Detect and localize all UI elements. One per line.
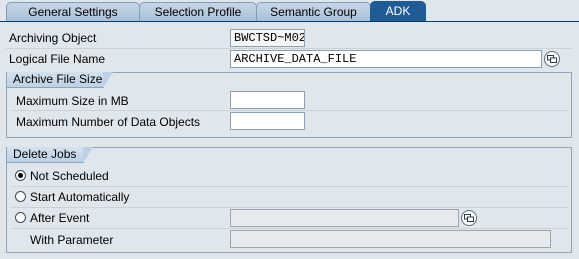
tab-selection-profile[interactable]: Selection Profile	[139, 2, 257, 21]
start-automatically-radio[interactable]	[15, 191, 26, 202]
tab-label: Selection Profile	[154, 5, 242, 19]
logical-file-name-label: Logical File Name	[9, 52, 106, 66]
after-event-radio[interactable]	[15, 212, 26, 223]
after-event-label[interactable]: After Event	[30, 211, 89, 225]
archiving-object-label: Archiving Object	[9, 31, 97, 45]
tab-label: Semantic Group	[270, 5, 357, 19]
tab-general-settings[interactable]: General Settings	[6, 2, 140, 21]
tab-semantic-group[interactable]: Semantic Group	[256, 2, 371, 21]
max-size-input[interactable]	[230, 91, 305, 109]
after-event-input	[230, 209, 459, 227]
max-objects-label: Maximum Number of Data Objects	[16, 115, 201, 129]
tab-label: ADK	[385, 4, 411, 18]
with-parameter-input	[230, 230, 551, 248]
tab-label: General Settings	[28, 5, 118, 19]
with-parameter-label: With Parameter	[30, 233, 114, 247]
not-scheduled-radio[interactable]	[15, 170, 26, 181]
row-divider	[10, 110, 568, 111]
max-size-label: Maximum Size in MB	[16, 94, 129, 108]
delete-jobs-title: Delete Jobs	[7, 147, 93, 163]
archive-file-size-title: Archive File Size	[7, 72, 113, 88]
row-divider	[10, 186, 568, 187]
row-divider	[10, 207, 568, 208]
max-objects-input[interactable]	[230, 112, 305, 130]
archiving-object-field: BWCTSD~M02	[230, 29, 305, 47]
row-divider	[6, 48, 572, 49]
value-help-icon[interactable]	[544, 51, 560, 67]
value-help-icon[interactable]	[461, 210, 477, 226]
start-automatically-label[interactable]: Start Automatically	[30, 190, 129, 204]
tab-adk[interactable]: ADK	[370, 1, 426, 22]
tab-strip-divider	[0, 21, 579, 22]
tab-strip: General Settings Selection Profile Seman…	[0, 0, 579, 22]
logical-file-name-input[interactable]: ARCHIVE_DATA_FILE	[230, 50, 542, 68]
row-divider	[10, 228, 568, 229]
not-scheduled-label[interactable]: Not Scheduled	[30, 169, 109, 183]
